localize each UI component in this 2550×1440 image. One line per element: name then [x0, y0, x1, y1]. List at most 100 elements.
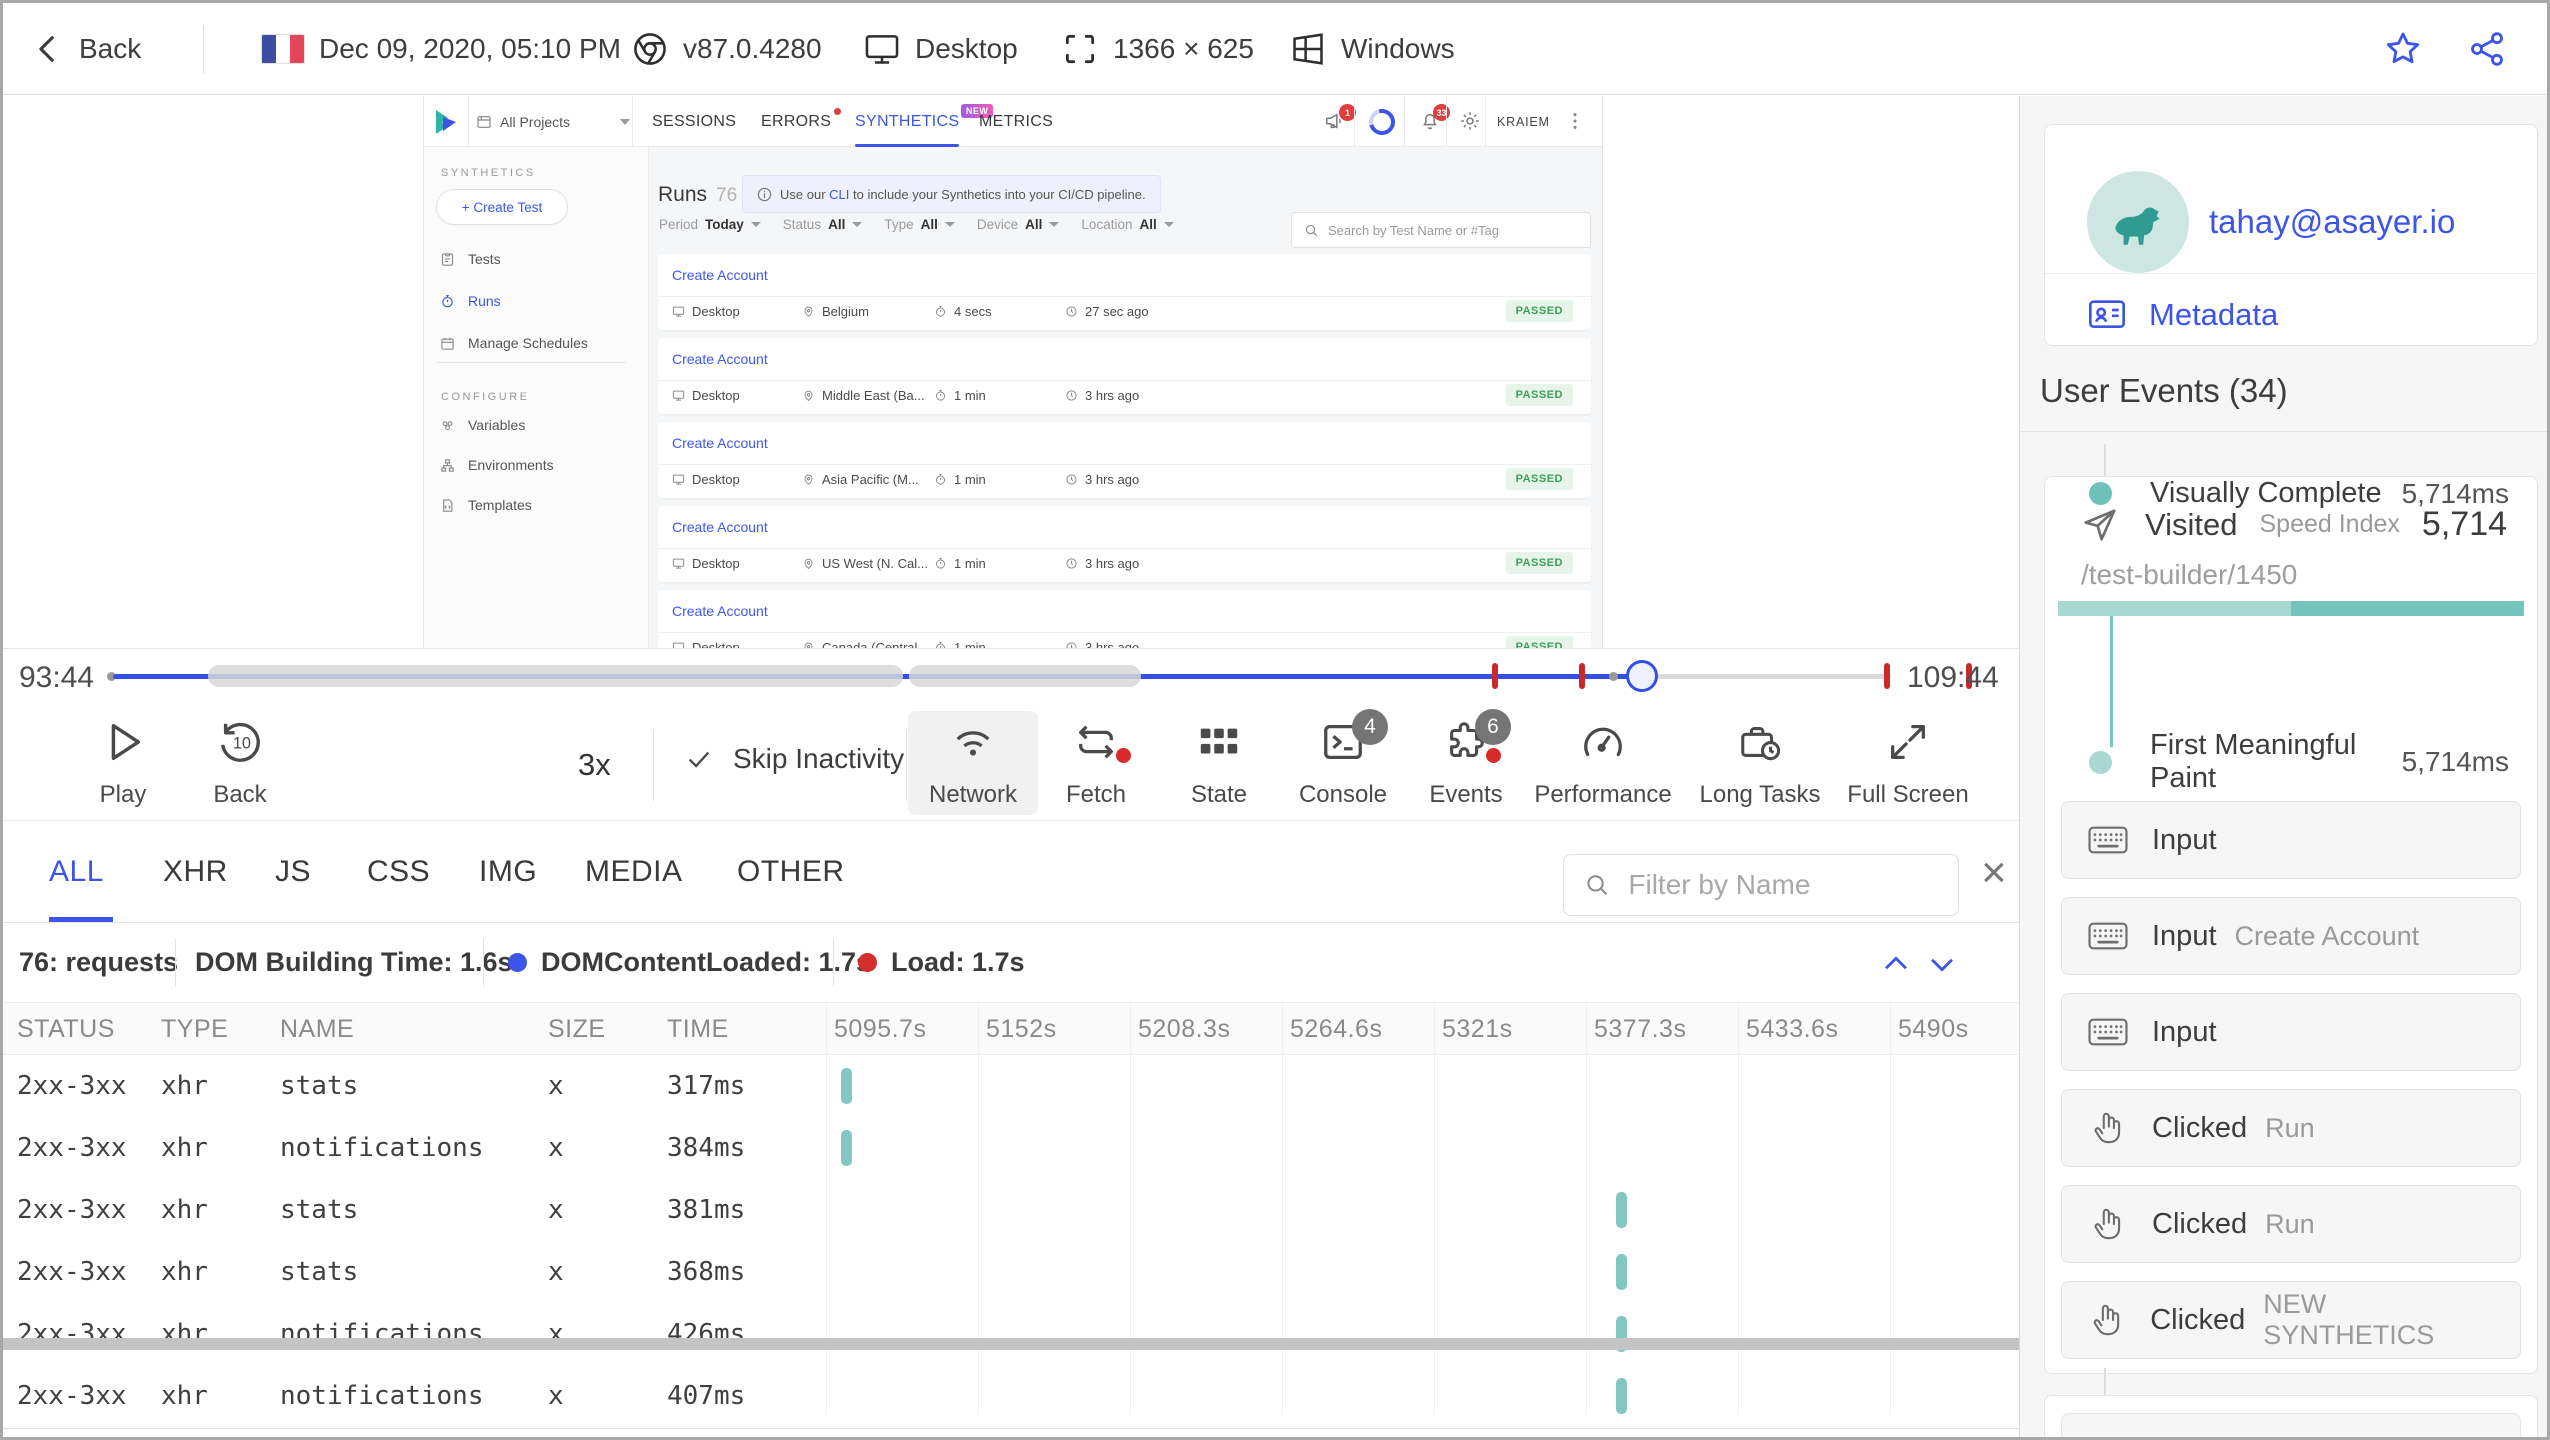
metric-value: 5,714ms: [2401, 477, 2509, 509]
app-tab-sessions[interactable]: SESSIONS: [652, 96, 736, 147]
network-request-row[interactable]: 2xx-3xx xhr notifications x 407ms: [3, 1365, 2019, 1427]
clock-icon: [1066, 474, 1077, 485]
network-panel-button[interactable]: Network: [908, 711, 1038, 815]
event-marker[interactable]: [1492, 663, 1498, 689]
variables-icon: [442, 420, 453, 430]
test-search-input[interactable]: Search by Test Name or #Tag: [1291, 212, 1591, 248]
create-test-button[interactable]: + Create Test: [436, 189, 568, 225]
chevron-up-icon[interactable]: [1879, 947, 1913, 981]
run-card[interactable]: Create Account Desktop Middle East (Ba..…: [658, 338, 1591, 414]
close-panel-button[interactable]: ×: [1981, 851, 2007, 895]
filter-dropdown[interactable]: Type All: [884, 217, 955, 232]
network-request-row[interactable]: 2xx-3xx xhr notifications x 384ms: [3, 1117, 2019, 1179]
filter-dropdown[interactable]: Status All: [783, 217, 863, 232]
monitor-icon: [865, 35, 899, 64]
filter-by-name-field[interactable]: [1626, 868, 1938, 902]
full-screen-icon: [1891, 725, 1925, 759]
visited-event-card[interactable]: Visited Speed Index 5,714 /test-builder/…: [2044, 476, 2538, 1374]
kebab-menu-icon[interactable]: [1564, 110, 1586, 132]
network-request-row[interactable]: 2xx-3xx xhr stats x 368ms: [3, 1241, 2019, 1303]
event-connector: [2104, 1368, 2106, 1395]
visual-progress-bar: [2058, 601, 2524, 616]
user-event-item[interactable]: Input: [2061, 801, 2521, 879]
event-marker[interactable]: [1884, 663, 1890, 689]
chevron-down-icon[interactable]: [1925, 947, 1959, 981]
settings-gear-icon[interactable]: [1459, 110, 1481, 132]
waterfall-bar: [1616, 1378, 1628, 1414]
share-icon: [2471, 32, 2503, 66]
time-column-label: 5095.7s: [834, 1015, 927, 1043]
filter-dropdown[interactable]: Period Today: [659, 217, 761, 232]
project-selector[interactable]: All Projects: [476, 96, 631, 147]
clock-icon: [1066, 306, 1077, 317]
sidebar-item-templates[interactable]: Templates: [440, 497, 532, 513]
share-button[interactable]: [2467, 3, 2507, 95]
app-tab-errors[interactable]: ERRORS: [761, 96, 842, 147]
fetch-panel-button[interactable]: Fetch: [1031, 711, 1161, 815]
net-tab-other[interactable]: OTHER: [737, 821, 845, 923]
run-name-link[interactable]: Create Account: [672, 351, 768, 367]
run-name-link[interactable]: Create Account: [672, 267, 768, 283]
net-tab-img[interactable]: IMG: [479, 821, 537, 923]
user-event-item[interactable]: Clicked Run: [2061, 1185, 2521, 1263]
run-card[interactable]: Create Account Desktop Asia Pacific (M..…: [658, 422, 1591, 498]
net-tab-css[interactable]: CSS: [367, 821, 430, 923]
user-event-item[interactable]: Input: [2061, 993, 2521, 1071]
net-tab-js[interactable]: JS: [275, 821, 311, 923]
user-event-item[interactable]: Input Create Account: [2061, 897, 2521, 975]
time-column-label: 5208.3s: [1138, 1015, 1231, 1043]
horizontal-scrollbar[interactable]: [3, 1338, 2019, 1350]
run-name-link[interactable]: Create Account: [672, 603, 768, 619]
time-column-label: 5490s: [1898, 1015, 1969, 1043]
cli-link[interactable]: CLI: [829, 187, 849, 202]
user-email[interactable]: tahay@asayer.io: [2209, 203, 2455, 241]
sidebar-item-manage-schedules[interactable]: Manage Schedules: [440, 335, 588, 351]
sidebar-item-tests[interactable]: Tests: [440, 251, 501, 267]
app-tab-metrics[interactable]: METRICS: [979, 96, 1053, 147]
app-user-menu[interactable]: KRAIEM: [1497, 96, 1550, 147]
performance-panel-button[interactable]: Performance: [1534, 711, 1672, 815]
app-tab-synthetics[interactable]: SYNTHETICS NEW: [855, 96, 994, 147]
events-panel-button[interactable]: 6 Events: [1401, 709, 1531, 815]
favorite-button[interactable]: [2383, 3, 2423, 95]
request-time: 384ms: [667, 1133, 746, 1163]
sidebar-divider: [436, 362, 626, 363]
sidebar-item-environments[interactable]: Environments: [440, 457, 554, 473]
console-panel-button[interactable]: 4 Console: [1278, 709, 1408, 815]
back-button[interactable]: Back: [31, 3, 141, 95]
filter-dropdown[interactable]: Location All: [1081, 217, 1174, 232]
filter-dropdown[interactable]: Device All: [977, 217, 1060, 232]
run-name-link[interactable]: Create Account: [672, 435, 768, 451]
speed-toggle[interactable]: 3x: [578, 747, 611, 783]
event-marker[interactable]: [1579, 663, 1585, 689]
timeline-track[interactable]: [107, 660, 1972, 692]
long-tasks-panel-button[interactable]: Long Tasks: [1695, 711, 1825, 815]
user-event-item[interactable]: Clicked Run: [2061, 1089, 2521, 1167]
network-request-row[interactable]: 2xx-3xx xhr notifications x 426ms: [3, 1303, 2019, 1365]
session-country: Dec 09, 2020, 05:10 PM: [261, 3, 621, 95]
network-request-row[interactable]: 2xx-3xx xhr stats x 317ms: [3, 1055, 2019, 1117]
run-card[interactable]: Create Account Desktop Canada (Central..…: [658, 590, 1591, 648]
play-button[interactable]: Play: [58, 711, 188, 815]
sidebar-item-runs[interactable]: Runs: [440, 293, 501, 309]
net-tab-media[interactable]: MEDIA: [585, 821, 683, 923]
network-filter-input[interactable]: [1563, 854, 1959, 916]
next-event-card[interactable]: [2044, 1395, 2538, 1437]
back-10s-button[interactable]: 10 Back: [175, 711, 305, 815]
net-tab-all[interactable]: ALL: [49, 821, 104, 923]
metadata-button[interactable]: Metadata: [2087, 295, 2278, 335]
request-type: xhr: [161, 1071, 208, 1101]
run-card[interactable]: Create Account Desktop Belgium 4 secs 27…: [658, 254, 1591, 330]
network-request-row[interactable]: 2xx-3xx xhr stats x 381ms: [3, 1179, 2019, 1241]
timeline-scrubber-knob[interactable]: [1626, 660, 1658, 692]
sidebar-item-variables[interactable]: Variables: [440, 417, 525, 433]
skip-inactivity-toggle[interactable]: Skip Inactivity: [685, 743, 904, 775]
full-screen-button[interactable]: Full Screen: [1843, 711, 1973, 815]
run-card[interactable]: Create Account Desktop US West (N. Cal..…: [658, 506, 1591, 582]
user-event-item[interactable]: Clicked NEW SYNTHETICS: [2061, 1281, 2521, 1359]
run-location: Canada (Central...: [802, 640, 928, 648]
runs-icon: [442, 294, 453, 307]
run-name-link[interactable]: Create Account: [672, 519, 768, 535]
state-panel-button[interactable]: State: [1154, 711, 1284, 815]
net-tab-xhr[interactable]: XHR: [163, 821, 228, 923]
